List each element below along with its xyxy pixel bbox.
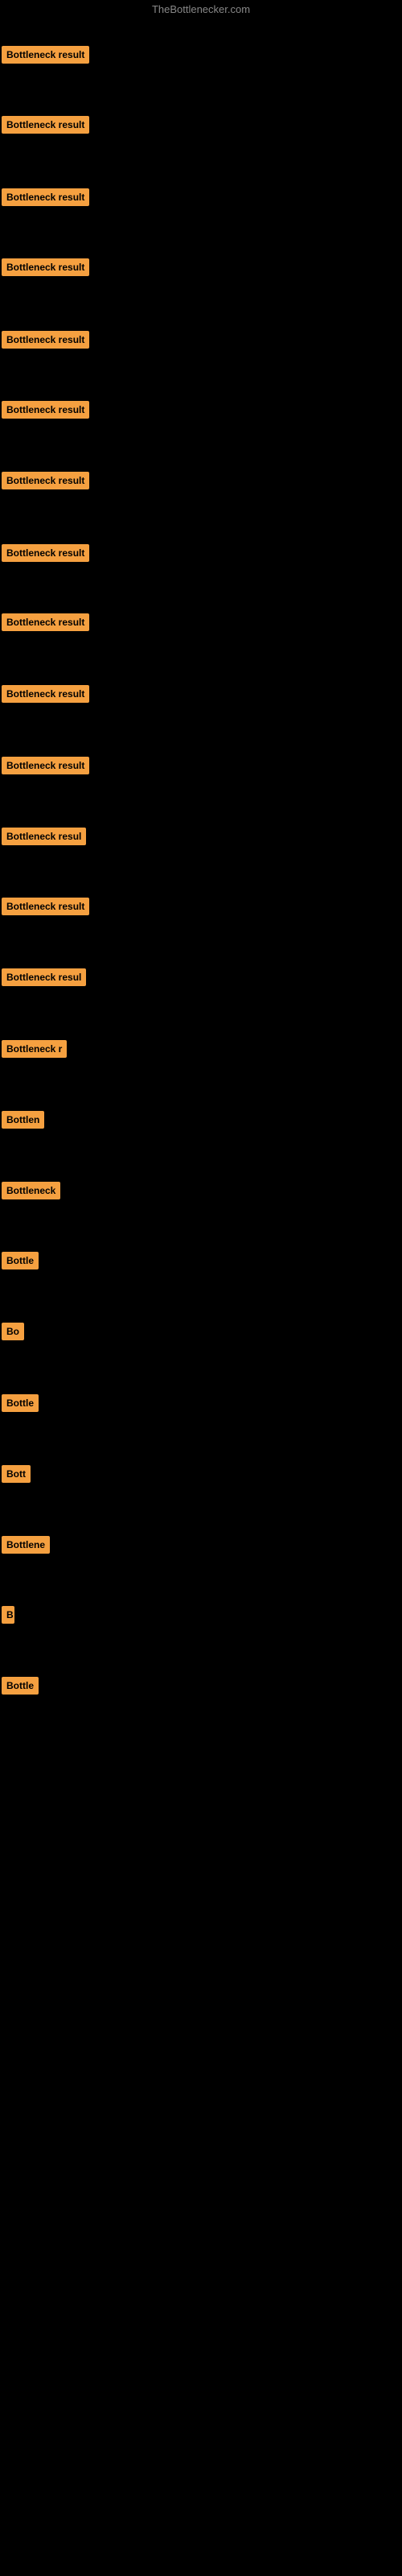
bottleneck-badge: Bottlen — [2, 1111, 44, 1129]
bottleneck-badge: Bottleneck result — [2, 116, 89, 134]
bottleneck-badge: Bottleneck result — [2, 46, 89, 64]
bottleneck-badge: Bottleneck result — [2, 188, 89, 206]
bottleneck-badge: Bottleneck resul — [2, 828, 86, 845]
bottleneck-badge: Bottleneck result — [2, 613, 89, 631]
bottleneck-badge: Bottleneck result — [2, 331, 89, 349]
bottleneck-badge: B — [2, 1606, 14, 1624]
bottleneck-badge: Bottlene — [2, 1536, 50, 1554]
bottleneck-badge: Bott — [2, 1465, 31, 1483]
bottleneck-badge: Bottleneck resul — [2, 968, 86, 986]
bottleneck-badge: Bottleneck r — [2, 1040, 67, 1058]
bottleneck-badge: Bottleneck result — [2, 685, 89, 703]
bottleneck-badge: Bottleneck result — [2, 401, 89, 419]
bottleneck-badge: Bottle — [2, 1394, 39, 1412]
bottleneck-badge: Bottleneck result — [2, 544, 89, 562]
bottleneck-badge: Bottle — [2, 1677, 39, 1695]
bottleneck-badge: Bottleneck result — [2, 258, 89, 276]
bottleneck-badge: Bottle — [2, 1252, 39, 1269]
bottleneck-badge: Bottleneck result — [2, 472, 89, 489]
bottleneck-badge: Bo — [2, 1323, 24, 1340]
bottleneck-badge: Bottleneck result — [2, 898, 89, 915]
site-title: TheBottlenecker.com — [0, 0, 402, 19]
bottleneck-badge: Bottleneck — [2, 1182, 60, 1199]
bottleneck-badge: Bottleneck result — [2, 757, 89, 774]
